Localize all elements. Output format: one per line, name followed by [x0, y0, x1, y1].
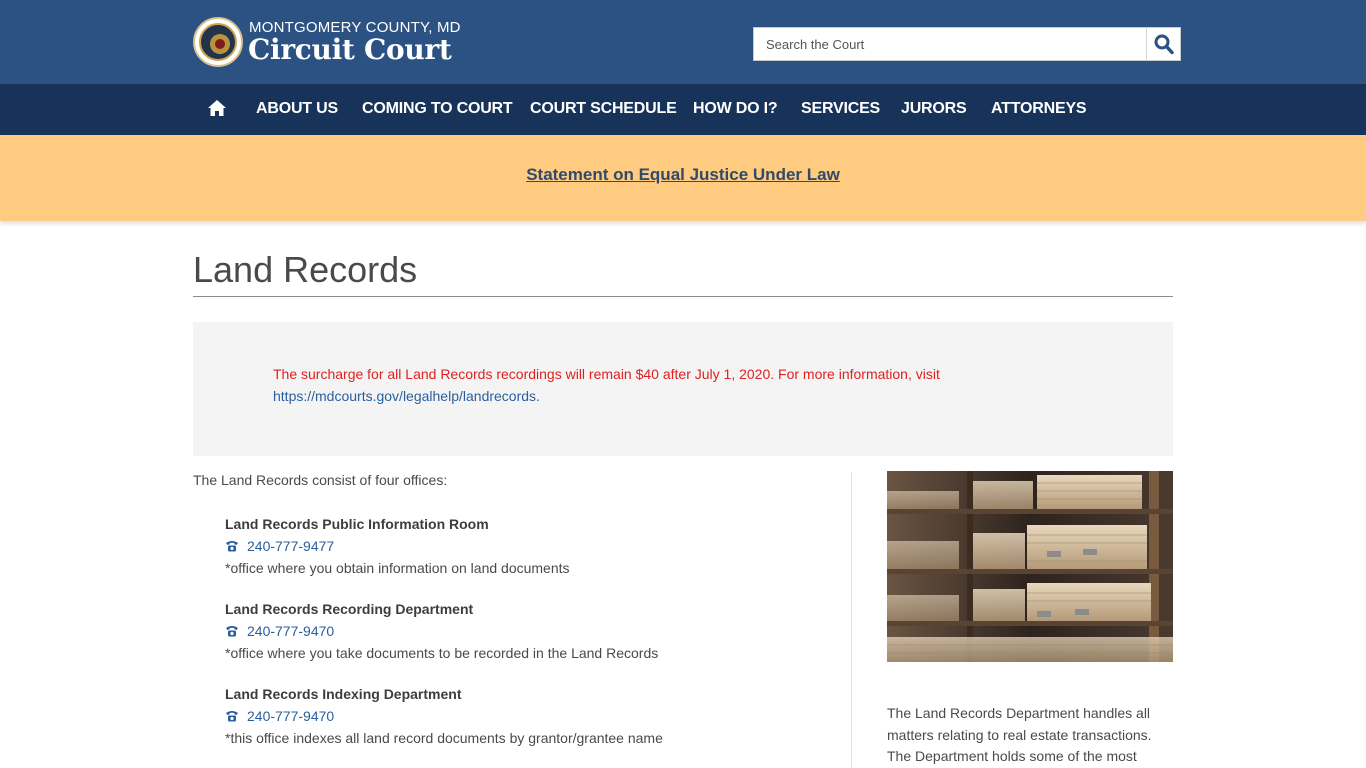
nav-how-do-i[interactable]: HOW DO I?	[693, 100, 778, 118]
column-divider	[851, 472, 852, 768]
office-description: *this office indexes all land record doc…	[225, 730, 663, 746]
office-public-information-room: Land Records Public Information Room 240…	[225, 514, 825, 578]
home-icon	[208, 100, 226, 116]
announcement-banner: Statement on Equal Justice Under Law	[0, 135, 1366, 221]
nav-services[interactable]: SERVICES	[801, 100, 880, 118]
office-phone-link[interactable]: 240-777-9470	[247, 623, 334, 639]
office-phone-row: 240-777-9477	[225, 536, 825, 556]
nav-home-link[interactable]	[207, 99, 227, 119]
office-phone-row: 240-777-9470	[225, 621, 825, 641]
phone-icon	[226, 626, 238, 637]
office-indexing-department: Land Records Indexing Department 240-777…	[225, 684, 825, 748]
notice-period: .	[536, 388, 540, 404]
search-input[interactable]	[753, 27, 1147, 61]
land-records-info-link[interactable]: https://mdcourts.gov/legalhelp/landrecor…	[273, 388, 536, 404]
notice-text-block: The surcharge for all Land Records recor…	[273, 363, 973, 407]
site-header: MONTGOMERY COUNTY, MD Circuit Court	[0, 0, 1366, 84]
county-seal-logo[interactable]	[193, 17, 243, 67]
nav-about-us[interactable]: ABOUT US	[256, 100, 338, 118]
office-phone-row: 240-777-9470	[225, 706, 825, 726]
land-records-description: The Land Records Department handles all …	[887, 705, 1152, 764]
nav-jurors[interactable]: JURORS	[901, 100, 967, 118]
title-divider	[193, 296, 1173, 297]
phone-icon	[226, 711, 238, 722]
office-name: Land Records Recording Department	[225, 601, 474, 617]
office-phone-link[interactable]: 240-777-9477	[247, 538, 334, 554]
office-name: Land Records Public Information Room	[225, 516, 489, 532]
site-title[interactable]: Circuit Court	[248, 33, 452, 66]
surcharge-notice: The surcharge for all Land Records recor…	[193, 322, 1173, 456]
main-navigation: ABOUT US COMING TO COURT COURT SCHEDULE …	[0, 84, 1366, 135]
notice-message: The surcharge for all Land Records recor…	[273, 366, 940, 382]
nav-court-schedule[interactable]: COURT SCHEDULE	[530, 100, 677, 118]
search-button[interactable]	[1146, 27, 1181, 61]
office-phone-link[interactable]: 240-777-9470	[247, 708, 334, 724]
offices-intro: The Land Records consist of four offices…	[193, 472, 448, 488]
office-name: Land Records Indexing Department	[225, 686, 462, 702]
phone-icon	[226, 541, 238, 552]
nav-attorneys[interactable]: ATTORNEYS	[991, 100, 1087, 118]
office-description: *office where you take documents to be r…	[225, 645, 659, 661]
nav-coming-to-court[interactable]: COMING TO COURT	[362, 100, 513, 118]
equal-justice-statement-link[interactable]: Statement on Equal Justice Under Law	[0, 165, 1366, 185]
search-icon	[1154, 34, 1174, 55]
file-archive-photo	[887, 471, 1173, 662]
office-recording-department: Land Records Recording Department 240-77…	[225, 599, 825, 663]
page-title: Land Records	[193, 249, 418, 290]
office-description: *office where you obtain information on …	[225, 560, 570, 576]
